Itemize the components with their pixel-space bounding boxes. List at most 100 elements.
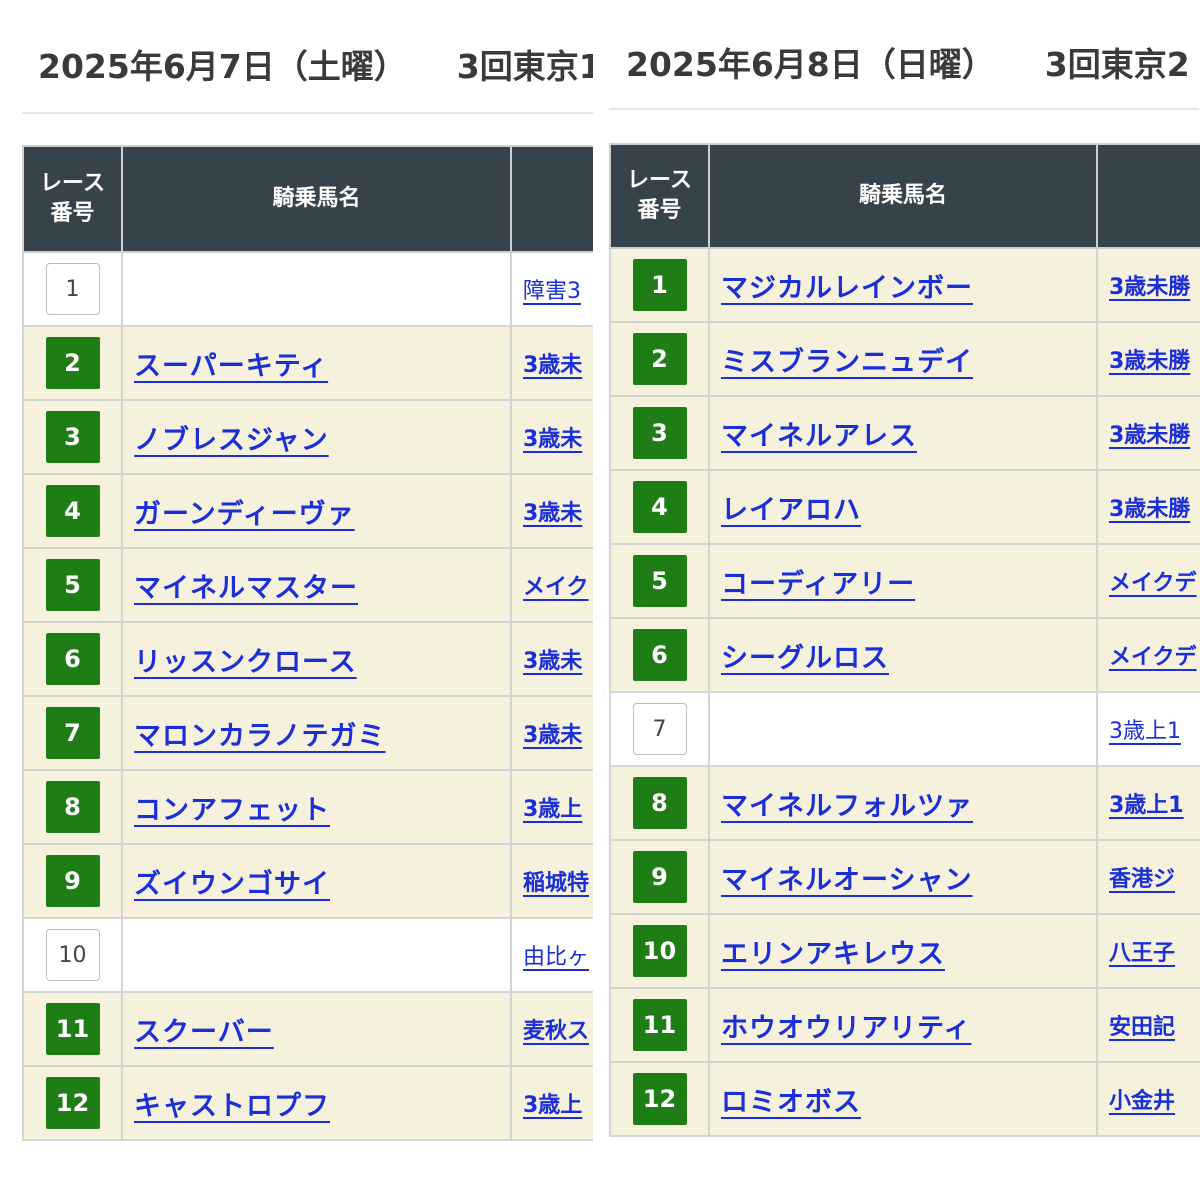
race-name-link[interactable]: 3歳未勝	[1109, 491, 1190, 523]
race-name-link[interactable]: 3歳未	[523, 643, 582, 675]
schedule-panel-saturday: 2025年6月7日（土曜） 3回東京1 レース 番号 騎乗馬名 1 障害3 2 スーパーキ…	[0, 0, 593, 1200]
horse-name-link[interactable]: マロンカラノテガミ	[134, 714, 385, 753]
race-number-badge: 4	[45, 485, 100, 537]
race-number-cell: 11	[609, 987, 710, 1063]
race-name-cell: 安田記	[1096, 987, 1200, 1063]
table-row: 3 マイネルアレス 3歳未勝	[609, 395, 1200, 471]
race-number-cell: 2	[22, 325, 123, 401]
race-number-badge: 8	[45, 781, 100, 833]
race-name-link[interactable]: 3歳未	[523, 347, 582, 379]
horse-name-link[interactable]: コーディアリー	[721, 562, 915, 601]
race-number-badge: 8	[632, 777, 687, 829]
race-number-cell: 9	[609, 839, 710, 915]
horse-name-link[interactable]: キャストロプフ	[134, 1084, 330, 1123]
race-name-link[interactable]: 3歳未勝	[1109, 343, 1190, 375]
race-number-badge: 3	[45, 411, 100, 463]
race-name-cell: メイクデ	[1096, 543, 1200, 619]
horse-name-link[interactable]: エリンアキレウス	[721, 932, 945, 971]
race-number-badge: 5	[45, 559, 100, 611]
race-name-link[interactable]: メイクデ	[1109, 565, 1197, 597]
race-number-badge: 10	[632, 925, 687, 977]
horse-cell: マイネルオーシャン	[708, 839, 1098, 915]
horse-name-link[interactable]: マイネルアレス	[721, 414, 917, 453]
race-name-link[interactable]: 3歳上1	[1109, 713, 1181, 745]
race-number-cell: 8	[609, 765, 710, 841]
horse-name-link[interactable]: マイネルマスター	[134, 566, 358, 605]
horse-name-link[interactable]: レイアロハ	[721, 488, 861, 527]
horse-name-link[interactable]: ロミオボス	[721, 1080, 861, 1119]
date-heading: 2025年6月8日（日曜） 3回東京2	[626, 38, 1190, 86]
race-name-cell: 3歳未	[510, 621, 593, 697]
horse-cell: ミスブランニュデイ	[708, 321, 1098, 397]
race-number-badge: 9	[45, 855, 100, 907]
date-label: 2025年6月7日（土曜）	[38, 47, 407, 86]
race-name-link[interactable]: メイクデ	[1109, 639, 1197, 671]
race-name-cell: 3歳未	[510, 399, 593, 475]
race-name-cell: 八王子	[1096, 913, 1200, 989]
date-heading: 2025年6月7日（土曜） 3回東京1	[38, 40, 593, 88]
race-name-cell: 小金井	[1096, 1061, 1200, 1137]
horse-cell	[121, 251, 512, 327]
race-name-link[interactable]: 八王子	[1109, 935, 1175, 967]
horse-name-link[interactable]: スーパーキティ	[134, 344, 328, 383]
table-row: 12 キャストロプフ 3歳上	[22, 1065, 593, 1141]
horse-name-link[interactable]: マイネルフォルツァ	[721, 784, 973, 823]
horse-name-link[interactable]: リッスンクロース	[134, 640, 357, 679]
race-number-cell: 7	[22, 695, 123, 771]
table-row: 4 ガーンディーヴァ 3歳未	[22, 473, 593, 549]
race-number-cell: 4	[609, 469, 710, 545]
race-number-cell: 1	[609, 247, 710, 323]
race-name-cell: メイクデ	[1096, 617, 1200, 693]
race-name-link[interactable]: 香港ジ	[1109, 861, 1175, 893]
table-row: 4 レイアロハ 3歳未勝	[609, 469, 1200, 545]
table-row: 1 障害3	[22, 251, 593, 327]
table-row: 2 スーパーキティ 3歳未	[22, 325, 593, 401]
race-name-cell: 障害3	[510, 251, 593, 327]
column-header-race	[510, 145, 593, 253]
race-name-link[interactable]: 3歳上	[523, 791, 582, 823]
horse-name-link[interactable]: シーグルロス	[721, 636, 889, 675]
horse-name-link[interactable]: マイネルオーシャン	[721, 858, 972, 897]
race-number-cell: 5	[609, 543, 710, 619]
race-name-link[interactable]: 3歳未	[523, 717, 582, 749]
race-schedule-page: 2025年6月7日（土曜） 3回東京1 レース 番号 騎乗馬名 1 障害3 2 スーパーキ…	[0, 0, 1200, 1200]
horse-cell: ガーンディーヴァ	[121, 473, 512, 549]
race-number-cell: 1	[22, 251, 123, 327]
race-name-link[interactable]: 障害3	[523, 273, 581, 305]
race-name-link[interactable]: 麦秋ス	[523, 1013, 589, 1045]
race-name-link[interactable]: 3歳未	[523, 495, 582, 527]
horse-cell	[708, 691, 1098, 767]
race-number-cell: 7	[609, 691, 710, 767]
race-name-link[interactable]: 3歳未勝	[1109, 417, 1190, 449]
race-number-cell: 12	[22, 1065, 123, 1141]
race-name-link[interactable]: 3歳未勝	[1109, 269, 1190, 301]
race-name-cell: 稲城特	[510, 843, 593, 919]
race-name-link[interactable]: 安田記	[1109, 1009, 1175, 1041]
horse-name-link[interactable]: コンアフェット	[134, 788, 330, 827]
horse-name-link[interactable]: スクーバー	[134, 1010, 274, 1049]
race-name-cell: 3歳未	[510, 325, 593, 401]
race-number-badge: 1	[45, 263, 100, 315]
race-name-link[interactable]: 3歳未	[523, 421, 582, 453]
table-row: 5 コーディアリー メイクデ	[609, 543, 1200, 619]
horse-name-link[interactable]: ズイウンゴサイ	[134, 862, 330, 901]
race-number-cell: 10	[609, 913, 710, 989]
horse-cell: エリンアキレウス	[708, 913, 1098, 989]
horse-name-link[interactable]: ホウオウリアリティ	[721, 1006, 971, 1045]
schedule-panel-sunday: 2025年6月8日（日曜） 3回東京2 レース 番号 騎乗馬名 1 マジカルレインボー…	[600, 0, 1200, 1200]
column-header-race	[1096, 143, 1200, 249]
race-name-link[interactable]: 稲城特	[523, 865, 589, 897]
race-name-link[interactable]: 3歳上	[523, 1087, 582, 1119]
horse-name-link[interactable]: マジカルレインボー	[721, 266, 973, 305]
race-number-cell: 6	[22, 621, 123, 697]
race-name-link[interactable]: 由比ヶ	[523, 939, 589, 971]
race-name-link[interactable]: 小金井	[1109, 1083, 1175, 1115]
horse-name-link[interactable]: ミスブランニュデイ	[721, 340, 973, 379]
divider	[609, 108, 1199, 110]
race-number-badge: 2	[45, 337, 100, 389]
race-name-link[interactable]: メイク	[523, 569, 589, 601]
table-row: 9 マイネルオーシャン 香港ジ	[609, 839, 1200, 915]
horse-name-link[interactable]: ノブレスジャン	[134, 418, 329, 457]
horse-name-link[interactable]: ガーンディーヴァ	[134, 492, 355, 531]
race-name-link[interactable]: 3歳上1	[1109, 787, 1184, 819]
